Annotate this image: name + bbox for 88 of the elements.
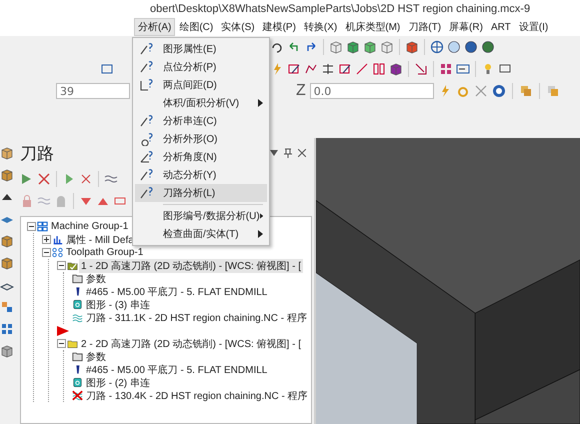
cube-icon[interactable] (363, 40, 377, 54)
menu-option[interactable]: 分析外形(O) (135, 130, 267, 148)
grid-icon[interactable] (0, 322, 14, 336)
cube-icon[interactable] (0, 234, 14, 248)
cylinder-icon (72, 377, 83, 388)
angle-query-icon (139, 150, 155, 164)
folder-icon (72, 273, 83, 284)
tree-item[interactable]: 图形 - (2) 串连 (84, 376, 152, 390)
tree-item[interactable]: 刀路 - 311.1K - 2D HST region chaining.NC - 程序 (84, 310, 309, 324)
cube-icon[interactable] (405, 40, 419, 54)
menu-option[interactable]: 图形属性(E) (135, 40, 267, 58)
menu-option[interactable]: 体积/面积分析(V) (135, 94, 267, 112)
menu-item[interactable]: 机床类型(M) (341, 18, 404, 36)
z-label: Z (296, 82, 306, 100)
cube-icon[interactable] (380, 40, 394, 54)
tree-item[interactable]: 2 - 2D 高速刀路 (2D 动态铣削) - [WCS: 俯视图] - [ (79, 336, 304, 350)
window-title: obert\Desktop\X8WhatsNewSampleParts\Jobs\2D HST region chaining.mcx-9 (150, 3, 530, 15)
cube-icon[interactable] (0, 168, 14, 182)
coordinate-field[interactable]: 39 (56, 83, 130, 99)
close-icon[interactable] (298, 149, 306, 157)
collapse-toggle[interactable] (57, 261, 66, 270)
menu-item[interactable]: 建模(P) (258, 18, 300, 36)
import-icon[interactable] (456, 62, 470, 76)
distance-query-icon (139, 78, 155, 92)
cube-icon[interactable] (389, 62, 403, 76)
deselect-icon[interactable] (37, 172, 51, 186)
polyline-icon[interactable] (304, 62, 318, 76)
blocks-icon[interactable] (0, 300, 14, 314)
pin-icon[interactable] (284, 148, 292, 158)
wave-crossed-icon (72, 390, 83, 401)
menu-item[interactable]: 屏幕(R) (445, 18, 487, 36)
flag-icon[interactable] (57, 324, 69, 336)
menu-item[interactable]: 实体(S) (217, 18, 259, 36)
tree-item[interactable]: #465 - M5.00 平底刀 - 5. FLAT ENDMILL (84, 284, 270, 298)
menu-item[interactable]: 设置(I) (514, 18, 552, 36)
tree-item[interactable]: 参数 (84, 272, 108, 286)
collapse-toggle[interactable] (42, 248, 51, 257)
menu-option[interactable]: 检查曲面/实体(T) (135, 225, 267, 243)
diagonal-icon[interactable] (355, 62, 369, 76)
rectangle-icon[interactable] (100, 62, 114, 76)
sphere-icon[interactable] (464, 40, 478, 54)
menu-option[interactable]: 动态分析(Y) (135, 166, 267, 184)
wave-icon (72, 312, 83, 323)
menu-option[interactable]: 刀路分析(L) (135, 184, 267, 202)
menu-item[interactable]: 转换(X) (300, 18, 342, 36)
folder-icon (67, 338, 78, 349)
grid-icon (37, 221, 48, 232)
expand-toggle[interactable] (42, 235, 51, 244)
columns-icon[interactable] (372, 62, 386, 76)
circles-icon (52, 247, 63, 258)
menu-option[interactable]: 点位分析(P) (135, 58, 267, 76)
menu-item[interactable]: ART (486, 20, 515, 34)
menu-option[interactable]: 分析角度(N) (135, 148, 267, 166)
tree-item[interactable]: 参数 (84, 350, 108, 364)
folder-icon (72, 351, 83, 362)
z-field[interactable]: 0.0 (310, 83, 434, 99)
cube-icon[interactable] (0, 146, 14, 160)
contour-query-icon (139, 132, 155, 146)
menu-item[interactable]: 刀路(T) (404, 18, 446, 36)
menu-item[interactable]: 分析(A) (134, 18, 176, 36)
clear-icon[interactable] (79, 172, 93, 186)
sphere-icon[interactable] (447, 40, 461, 54)
menu-option[interactable]: 图形编号/数据分析(U) (135, 207, 267, 225)
tree-item[interactable]: 1 - 2D 高速刀路 (2D 动态铣削) - [WCS: 俯视图] - [ (79, 258, 304, 272)
panel-title: 刀路 (20, 142, 54, 164)
tree-item[interactable]: 图形 - (3) 串连 (84, 298, 152, 312)
collapse-toggle[interactable] (57, 339, 66, 348)
cube-icon[interactable] (0, 256, 14, 270)
menu-option[interactable]: 两点间距(D) (135, 76, 267, 94)
cube-icon[interactable] (0, 344, 14, 358)
bar-chart-icon (52, 234, 63, 245)
cube-icon[interactable] (346, 40, 360, 54)
menu-item[interactable]: 绘图(C) (175, 18, 218, 36)
globe-icon[interactable] (430, 40, 444, 54)
menu-option[interactable]: 分析串连(C) (135, 112, 267, 130)
cylinder-icon (72, 299, 83, 310)
grid-icon[interactable] (439, 62, 453, 76)
line-query-icon (139, 42, 155, 56)
tree-item[interactable]: 刀路 - 130.4K - 2D HST region chaining.NC - 程序 (84, 388, 310, 402)
collapse-toggle[interactable] (27, 222, 36, 231)
corner-arrow-icon[interactable] (414, 62, 428, 76)
tree-item[interactable]: Machine Group-1 (49, 221, 130, 232)
tree-item[interactable]: Toolpath Group-1 (64, 247, 146, 258)
cube-icon[interactable] (329, 40, 343, 54)
folder-check-icon (67, 260, 78, 271)
sphere-icon[interactable] (481, 40, 495, 54)
caret-icon[interactable] (270, 150, 278, 156)
tree-item[interactable]: #465 - M5.00 平底刀 - 5. FLAT ENDMILL (84, 362, 270, 376)
